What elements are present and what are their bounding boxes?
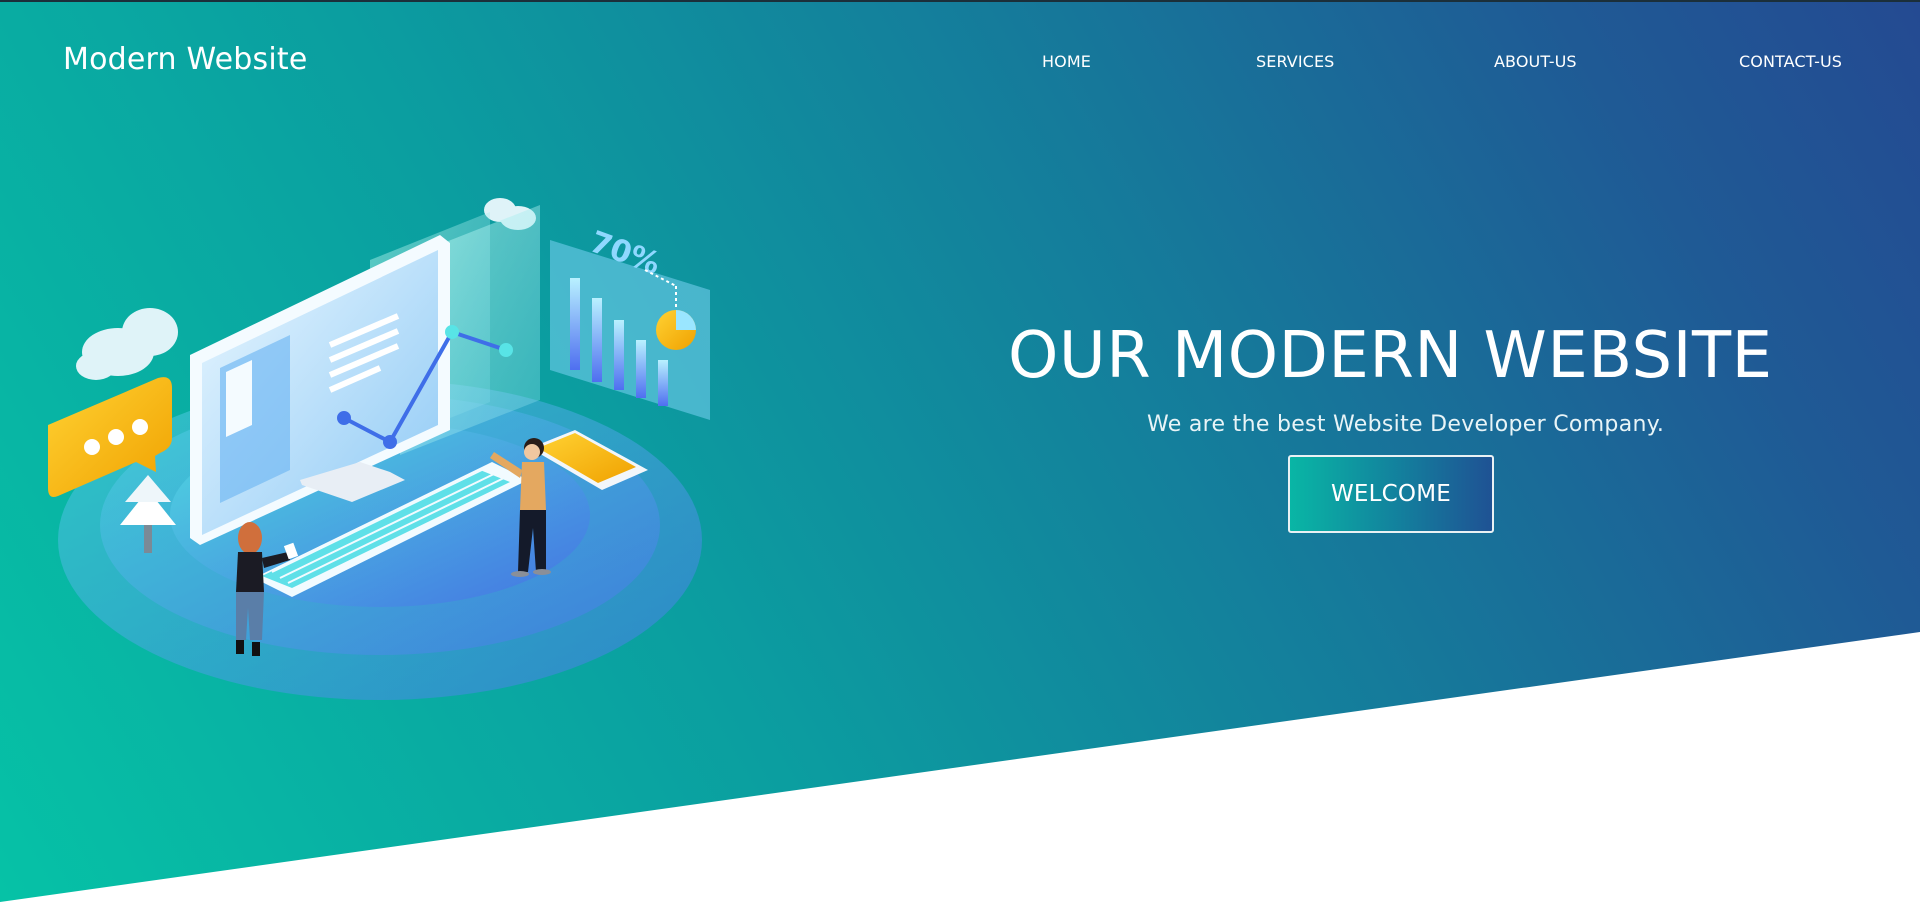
nav-services[interactable]: SERVICES [1256,52,1334,71]
nav-contact-us[interactable]: CONTACT-US [1739,52,1842,71]
site-logo[interactable]: Modern Website [63,42,308,77]
hero-illustration: 70% [48,198,710,700]
screen-card-inner [226,360,252,437]
welcome-button[interactable]: WELCOME [1288,455,1494,533]
pie-icon [656,310,696,350]
cloud-icon [76,308,178,380]
page: Modern Website HOME SERVICES ABOUT-US CO… [0,0,1920,902]
nav-about-us[interactable]: ABOUT-US [1494,52,1577,71]
hero-headline: OUR MODERN WEBSITE [1008,318,1773,393]
nav-home[interactable]: HOME [1042,52,1091,71]
top-border [0,0,1920,2]
hero-subheadline: We are the best Website Developer Compan… [1147,412,1665,437]
